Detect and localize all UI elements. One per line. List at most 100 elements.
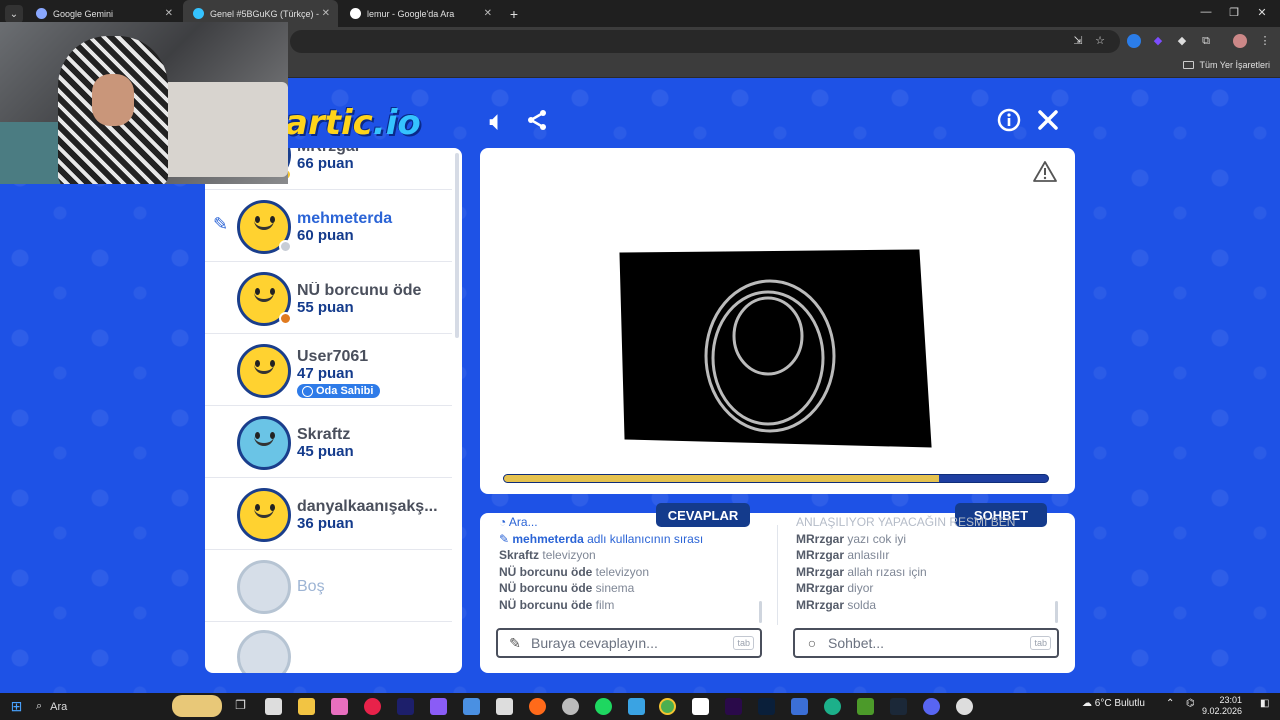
status-dot (279, 240, 292, 253)
extensions-puzzle-icon[interactable]: ⧉ (1199, 34, 1213, 48)
task-view-icon[interactable]: ❐ (232, 698, 249, 715)
chat-line: MRrzgar solda (796, 597, 877, 612)
minimize-icon[interactable]: — (1196, 6, 1216, 18)
menu-icon[interactable]: ⋮ (1258, 34, 1272, 48)
app-icon[interactable] (265, 698, 282, 715)
minecraft-icon[interactable] (857, 698, 874, 715)
webcam-chair (0, 122, 60, 184)
app-icon[interactable] (956, 698, 973, 715)
tab-search-icon[interactable]: ⌄ (5, 5, 23, 23)
profile-avatar[interactable] (1233, 34, 1247, 48)
player-name: NÜ borcunu öde (297, 282, 422, 299)
opera-icon[interactable] (364, 698, 381, 715)
file-explorer-icon[interactable] (298, 698, 315, 715)
close-game-icon[interactable] (1034, 108, 1062, 136)
player-row: danyalkaanışakş... 36 puan (205, 478, 452, 550)
system-clock[interactable]: 23:01 9.02.2026 (1202, 695, 1242, 717)
chat-bubble-icon: ○ (807, 635, 817, 651)
app-icon[interactable] (692, 698, 709, 715)
animate-icon[interactable] (397, 698, 414, 715)
windows-start-icon[interactable]: ⊞ (8, 698, 25, 715)
answer-line: NÜ borcunu öde film (499, 597, 615, 612)
chat-line: ANLAŞILIYOR YAPACAĞIN RESMİ BEN (796, 515, 1016, 529)
chat-line: MRrzgar allah rızası için (796, 564, 927, 579)
app-icon[interactable] (463, 698, 480, 715)
firefox-icon[interactable] (529, 698, 546, 715)
chat-input[interactable] (828, 635, 1018, 651)
close-window-icon[interactable]: ✕ (1252, 6, 1272, 19)
extension-icon[interactable] (1127, 34, 1141, 48)
webcam-face (92, 74, 134, 126)
restore-icon[interactable]: ❐ (1224, 6, 1244, 19)
turn-line: ✎ mehmeterda adlı kullanıcının sırası (499, 531, 704, 546)
install-app-icon[interactable]: ⇲ (1071, 34, 1085, 48)
answers-scrollbar[interactable] (759, 601, 762, 623)
status-dot (279, 312, 292, 325)
answers-chat-panel: CEVAPLAR SOHBET ◔ Ara... ✎ mehmeterda ad… (480, 503, 1075, 673)
premiere-icon[interactable] (725, 698, 742, 715)
tab-google-search[interactable]: lemur - Google'da Ara ✕ (340, 0, 500, 27)
app-icon[interactable] (628, 698, 645, 715)
search-icon: ⌕ (36, 700, 43, 712)
share-icon[interactable] (523, 108, 551, 136)
tab-key-hint: tab (1030, 636, 1051, 650)
steam-icon[interactable] (890, 698, 907, 715)
player-name: danyalkaanışakş... (297, 498, 438, 515)
close-tab-icon[interactable]: ✕ (484, 8, 492, 19)
panel-divider (777, 525, 778, 625)
google-favicon-icon (350, 8, 361, 19)
app-icon[interactable] (496, 698, 513, 715)
windows-taskbar: ⊞ ⌕ Ara ❐ ☁ 6°C Bulutlu ⌃ ⌬ 23:01 9.02.2… (0, 693, 1280, 720)
taskbar-search[interactable]: ⌕ Ara (30, 696, 170, 717)
app-icon[interactable] (791, 698, 808, 715)
photoshop-icon[interactable] (758, 698, 775, 715)
app-icon[interactable] (331, 698, 348, 715)
pencil-icon: ✎ (509, 634, 521, 651)
webcam-sofa (160, 82, 288, 177)
notification-icon[interactable]: ◧ (1260, 698, 1269, 709)
room-owner-badge: Oda Sahibi (297, 384, 381, 398)
tab-google-label: lemur - Google'da Ara (367, 8, 455, 19)
players-scrollbar[interactable] (455, 153, 459, 338)
info-icon[interactable] (995, 108, 1023, 136)
chat-input-box[interactable]: ○ tab (793, 628, 1059, 658)
player-row-empty[interactable]: Boş (205, 550, 452, 622)
weather-widget[interactable]: ☁ 6°C Bulutlu (1082, 698, 1145, 709)
tray-chevron-icon[interactable]: ⌃ (1166, 698, 1174, 709)
news-widget-icon[interactable] (172, 695, 222, 717)
player-score: 36 puan (297, 515, 354, 532)
report-warning-icon[interactable] (1033, 160, 1057, 184)
pencil-icon: ✎ (213, 214, 229, 234)
avatar (237, 416, 291, 470)
answer-input-box[interactable]: ✎ tab (496, 628, 762, 658)
app-icon[interactable] (562, 698, 579, 715)
spotify-icon[interactable] (595, 698, 612, 715)
new-tab-button[interactable]: + (502, 0, 526, 27)
app-icon[interactable] (824, 698, 841, 715)
round-timer-bar (503, 474, 1049, 483)
avatar (237, 272, 292, 326)
answer-input[interactable] (531, 635, 721, 651)
discord-icon[interactable] (923, 698, 940, 715)
chat-feed: ANLAŞILIYOR YAPACAĞIN RESMİ BEN MRrzgar … (796, 515, 1061, 614)
app-icon[interactable] (430, 698, 447, 715)
chat-line: MRrzgar yazı cok iyi (796, 531, 907, 546)
close-tab-icon[interactable]: ✕ (165, 8, 173, 19)
chat-scrollbar[interactable] (1055, 601, 1058, 623)
close-tab-icon[interactable]: ✕ (322, 8, 330, 19)
bookmark-star-icon[interactable]: ☆ (1093, 34, 1107, 48)
chrome-icon[interactable] (659, 698, 676, 715)
chat-line: MRrzgar anlasılır (796, 548, 890, 563)
drawing-canvas[interactable] (480, 148, 1075, 494)
network-icon[interactable]: ⌬ (1186, 698, 1195, 709)
folder-icon (1183, 61, 1195, 69)
sound-icon[interactable]: 🔈︎ (483, 108, 511, 136)
player-row-empty (205, 622, 452, 673)
gartic-favicon-icon (193, 8, 204, 19)
omnibox[interactable] (290, 30, 1120, 53)
extension-icon[interactable]: ◆ (1151, 34, 1165, 48)
all-bookmarks-folder[interactable]: Tüm Yer İşaretleri (1183, 60, 1270, 70)
tab-gemini-label: Google Gemini (53, 8, 114, 19)
player-row: Skraftz 45 puan (205, 406, 452, 478)
extension-icon[interactable]: ◆ (1175, 34, 1189, 48)
